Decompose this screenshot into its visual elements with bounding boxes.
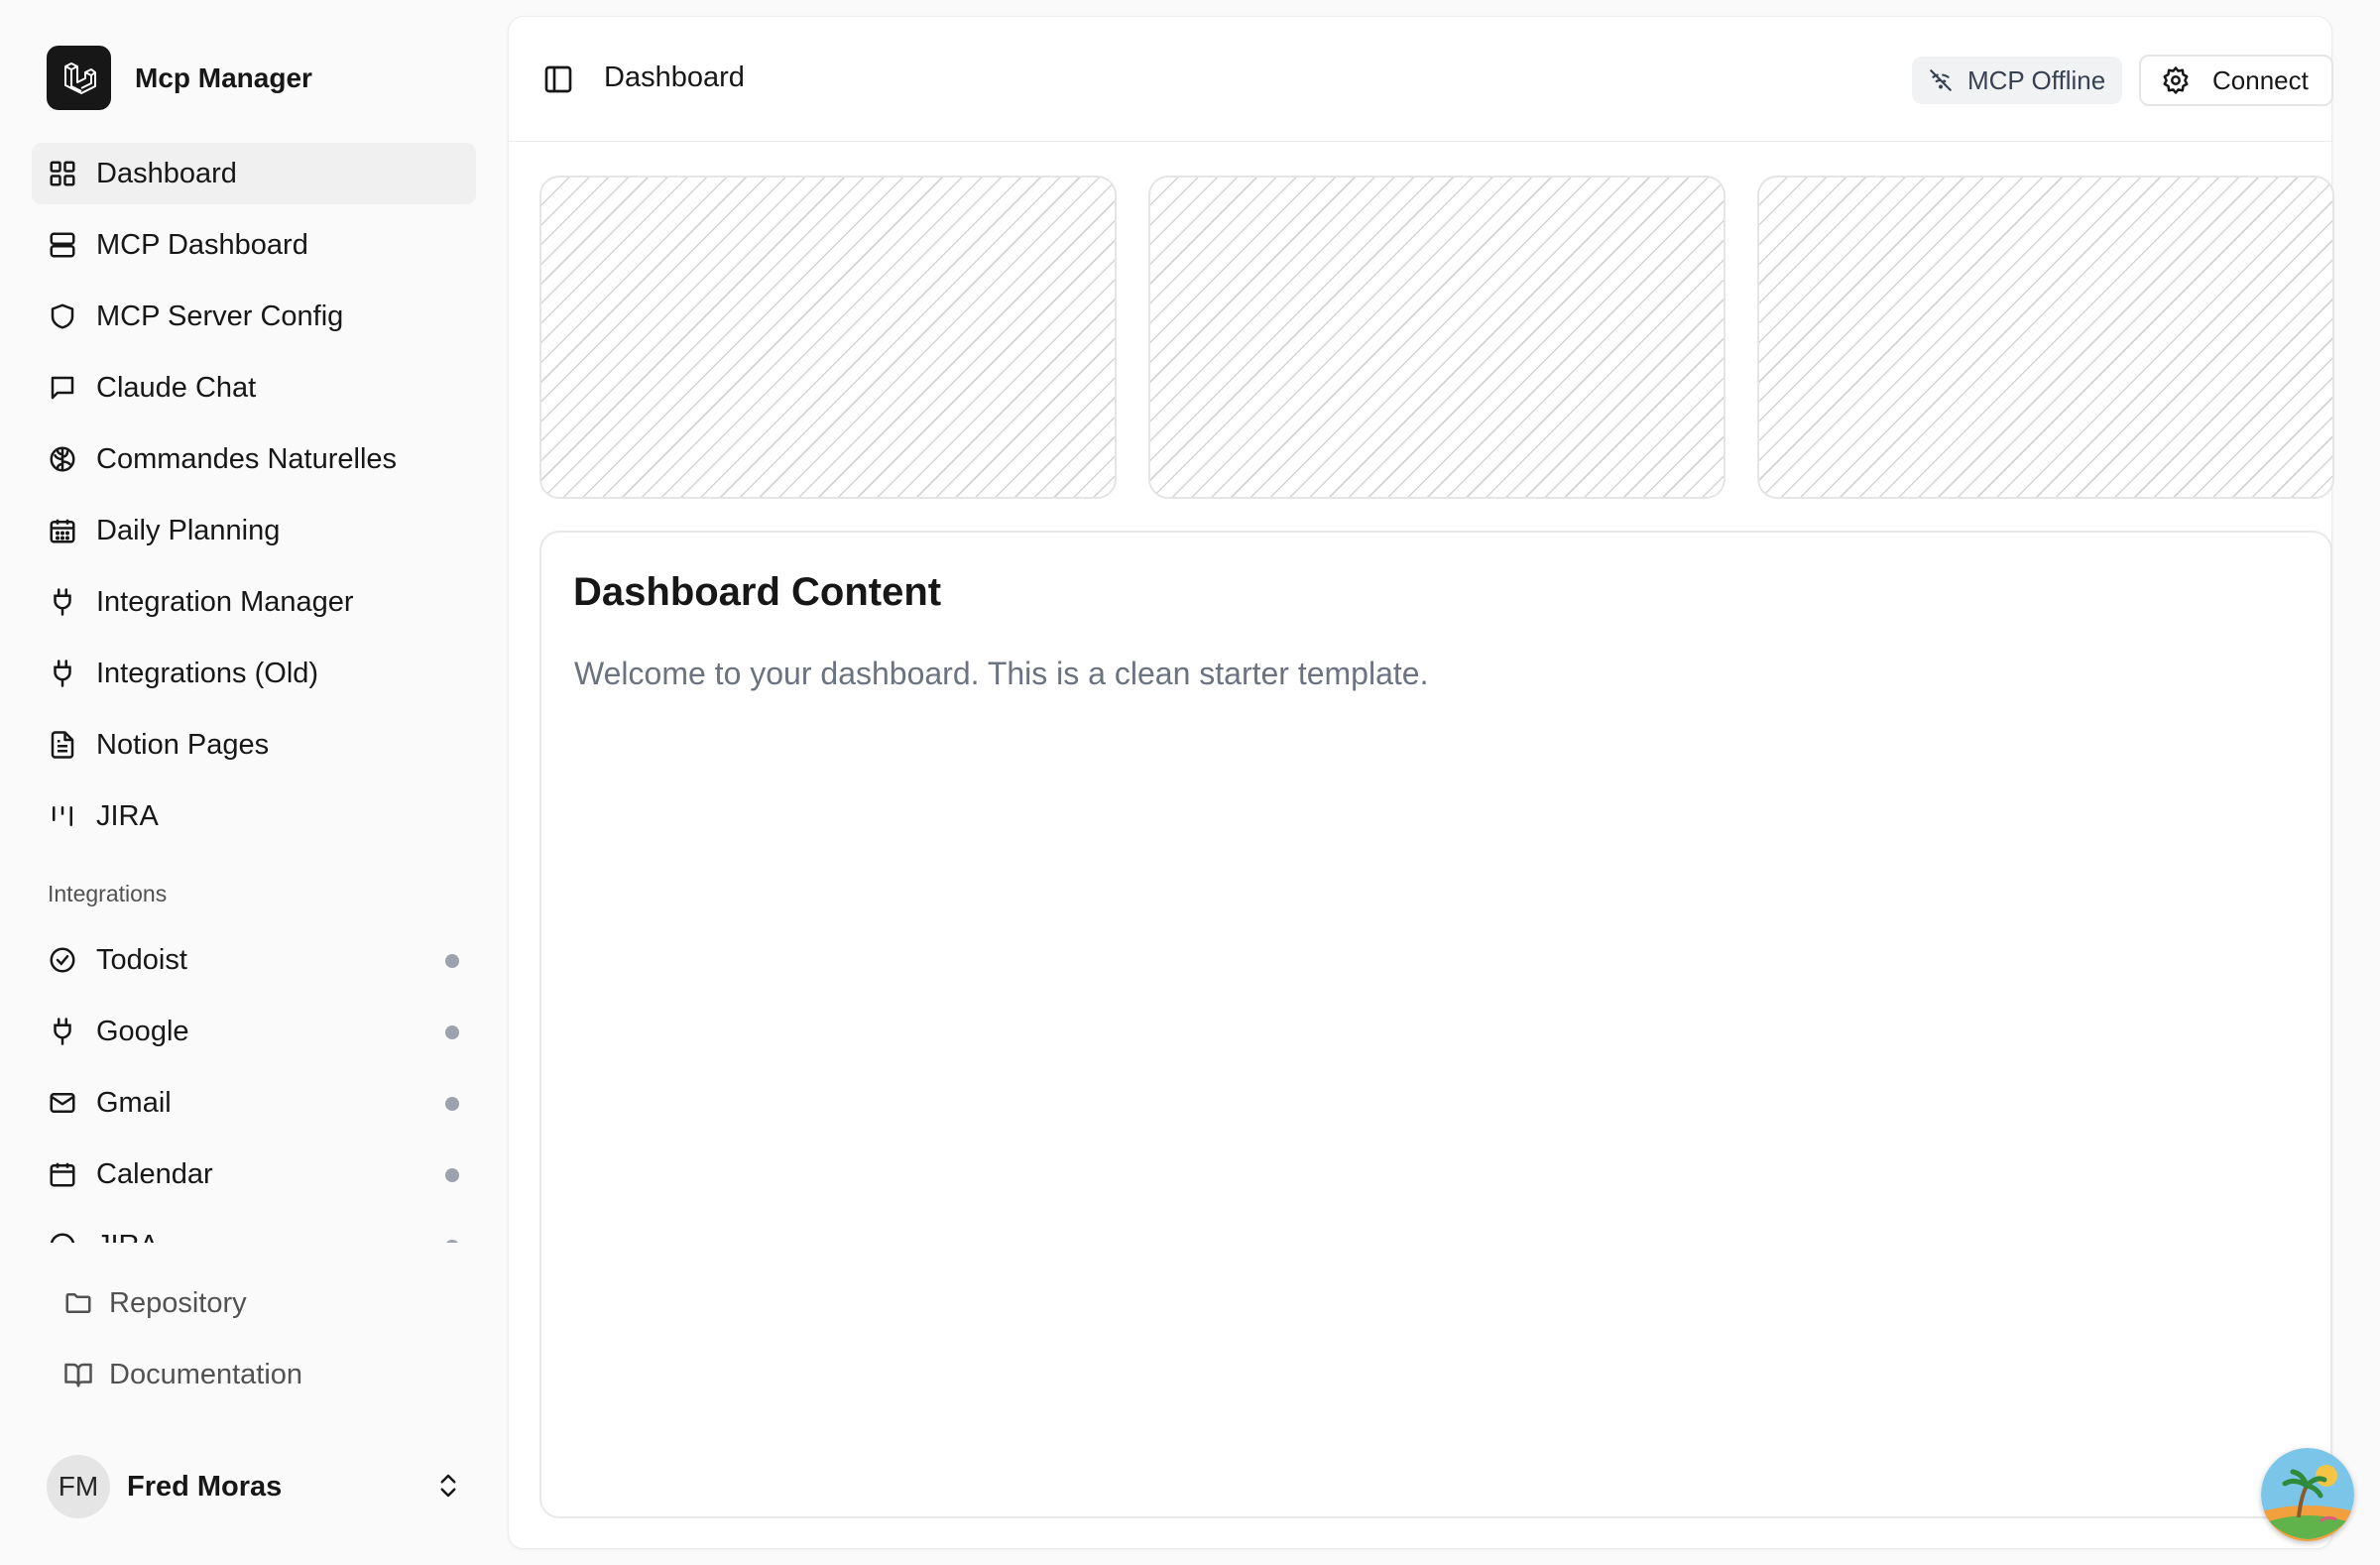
nav-item-label: Commandes Naturelles: [96, 442, 398, 475]
integration-item-gmail[interactable]: Gmail: [32, 1072, 476, 1134]
nav-item-label: Integrations (Old): [96, 657, 319, 689]
file-text-icon: [47, 729, 78, 761]
integration-label: JIRA: [96, 1230, 159, 1244]
integration-label: Gmail: [96, 1086, 172, 1119]
server-icon: [47, 229, 78, 261]
nav-item-mcp-dashboard[interactable]: MCP Dashboard: [32, 214, 476, 276]
mail-icon: [47, 1087, 78, 1119]
nav-item-mcp-server-config[interactable]: MCP Server Config: [32, 286, 476, 347]
nav-item-claude-chat[interactable]: Claude Chat: [32, 357, 476, 419]
main-nav: Dashboard MCP Dashboard MCP Server Confi…: [32, 143, 476, 857]
page-title: Dashboard: [604, 61, 745, 93]
circle-icon: [47, 1230, 78, 1243]
placeholder-card: [1757, 176, 2334, 499]
calendar-icon: [47, 1158, 78, 1190]
integration-label: Todoist: [96, 943, 187, 976]
plug-icon: [47, 658, 78, 689]
footer-link-label: Repository: [109, 1286, 247, 1319]
calendar-days-icon: [47, 515, 78, 546]
nav-item-label: Claude Chat: [96, 371, 257, 404]
nav-item-commandes-naturelles[interactable]: Commandes Naturelles: [32, 428, 476, 490]
user-name: Fred Moras: [127, 1470, 283, 1503]
nav-item-notion-pages[interactable]: Notion Pages: [32, 714, 476, 776]
nav-item-label: Integration Manager: [96, 585, 354, 618]
wifi-off-icon: [1928, 67, 1954, 93]
sidebar-toggle-icon[interactable]: [542, 63, 574, 95]
folder-icon: [63, 1288, 93, 1318]
topbar: Dashboard MCP Offline Connect: [509, 17, 2333, 142]
documentation-link[interactable]: Documentation: [48, 1344, 476, 1405]
status-dot: [445, 1025, 459, 1039]
status-dot: [445, 1097, 459, 1111]
app-logo-icon: [47, 46, 111, 110]
shield-icon: [47, 301, 78, 332]
nav-item-integrations-old[interactable]: Integrations (Old): [32, 643, 476, 704]
integration-item-calendar[interactable]: Calendar: [32, 1144, 476, 1205]
brand[interactable]: Mcp Manager: [47, 46, 312, 110]
nav-item-label: MCP Server Config: [96, 300, 344, 332]
footer-link-label: Documentation: [109, 1358, 303, 1390]
book-open-icon: [63, 1360, 93, 1389]
nav-item-jira[interactable]: JIRA: [32, 785, 476, 847]
kanban-icon: [47, 800, 78, 832]
integration-item-jira[interactable]: JIRA: [32, 1215, 476, 1243]
integration-label: Google: [96, 1015, 189, 1047]
content-title: Dashboard Content: [573, 570, 942, 614]
mcp-status-text: MCP Offline: [1967, 64, 2106, 95]
message-square-icon: [47, 372, 78, 404]
plug-icon: [47, 1016, 78, 1047]
nav-item-label: Dashboard: [96, 157, 237, 189]
gear-icon: [2161, 65, 2191, 95]
nav-item-label: MCP Dashboard: [96, 228, 308, 261]
placeholder-card: [1148, 176, 1726, 499]
assistant-avatar-button[interactable]: [2261, 1448, 2354, 1541]
nav-item-dashboard[interactable]: Dashboard: [32, 143, 476, 204]
brain-icon: [47, 443, 78, 475]
status-dot: [445, 1240, 459, 1243]
footer-links: Repository Documentation: [48, 1272, 476, 1415]
nav-item-daily-planning[interactable]: Daily Planning: [32, 500, 476, 561]
integration-item-google[interactable]: Google: [32, 1001, 476, 1062]
main-panel: Dashboard MCP Offline Connect Dashboard …: [508, 16, 2334, 1549]
app-name: Mcp Manager: [135, 61, 312, 93]
integrations-list: Todoist Google Gmail Calendar: [32, 929, 476, 1243]
nav-item-label: Notion Pages: [96, 728, 270, 761]
connect-button-label: Connect: [2212, 64, 2309, 95]
circle-check-icon: [47, 944, 78, 976]
chevrons-up-down-icon: [433, 1471, 463, 1501]
connect-button[interactable]: Connect: [2139, 55, 2333, 106]
integration-item-todoist[interactable]: Todoist: [32, 929, 476, 991]
mcp-status-badge: MCP Offline: [1912, 57, 2122, 104]
plug-icon: [47, 586, 78, 618]
nav-item-label: Daily Planning: [96, 514, 281, 546]
user-menu[interactable]: FM Fred Moras: [47, 1454, 463, 1519]
layout-grid-icon: [47, 158, 78, 189]
status-dot: [445, 1168, 459, 1182]
avatar: FM: [47, 1455, 110, 1518]
repository-link[interactable]: Repository: [48, 1272, 476, 1334]
status-dot: [445, 954, 459, 968]
integrations-section-label: Integrations: [48, 881, 168, 906]
nav-item-label: JIRA: [96, 799, 159, 832]
sidebar: Mcp Manager Dashboard MCP Dashboard MCP …: [0, 0, 508, 1565]
dashboard-content-card: Dashboard Content Welcome to your dashbo…: [539, 531, 2332, 1518]
content-text: Welcome to your dashboard. This is a cle…: [574, 656, 1429, 691]
integration-label: Calendar: [96, 1157, 213, 1190]
placeholder-card: [539, 176, 1117, 499]
nav-item-integration-manager[interactable]: Integration Manager: [32, 571, 476, 633]
